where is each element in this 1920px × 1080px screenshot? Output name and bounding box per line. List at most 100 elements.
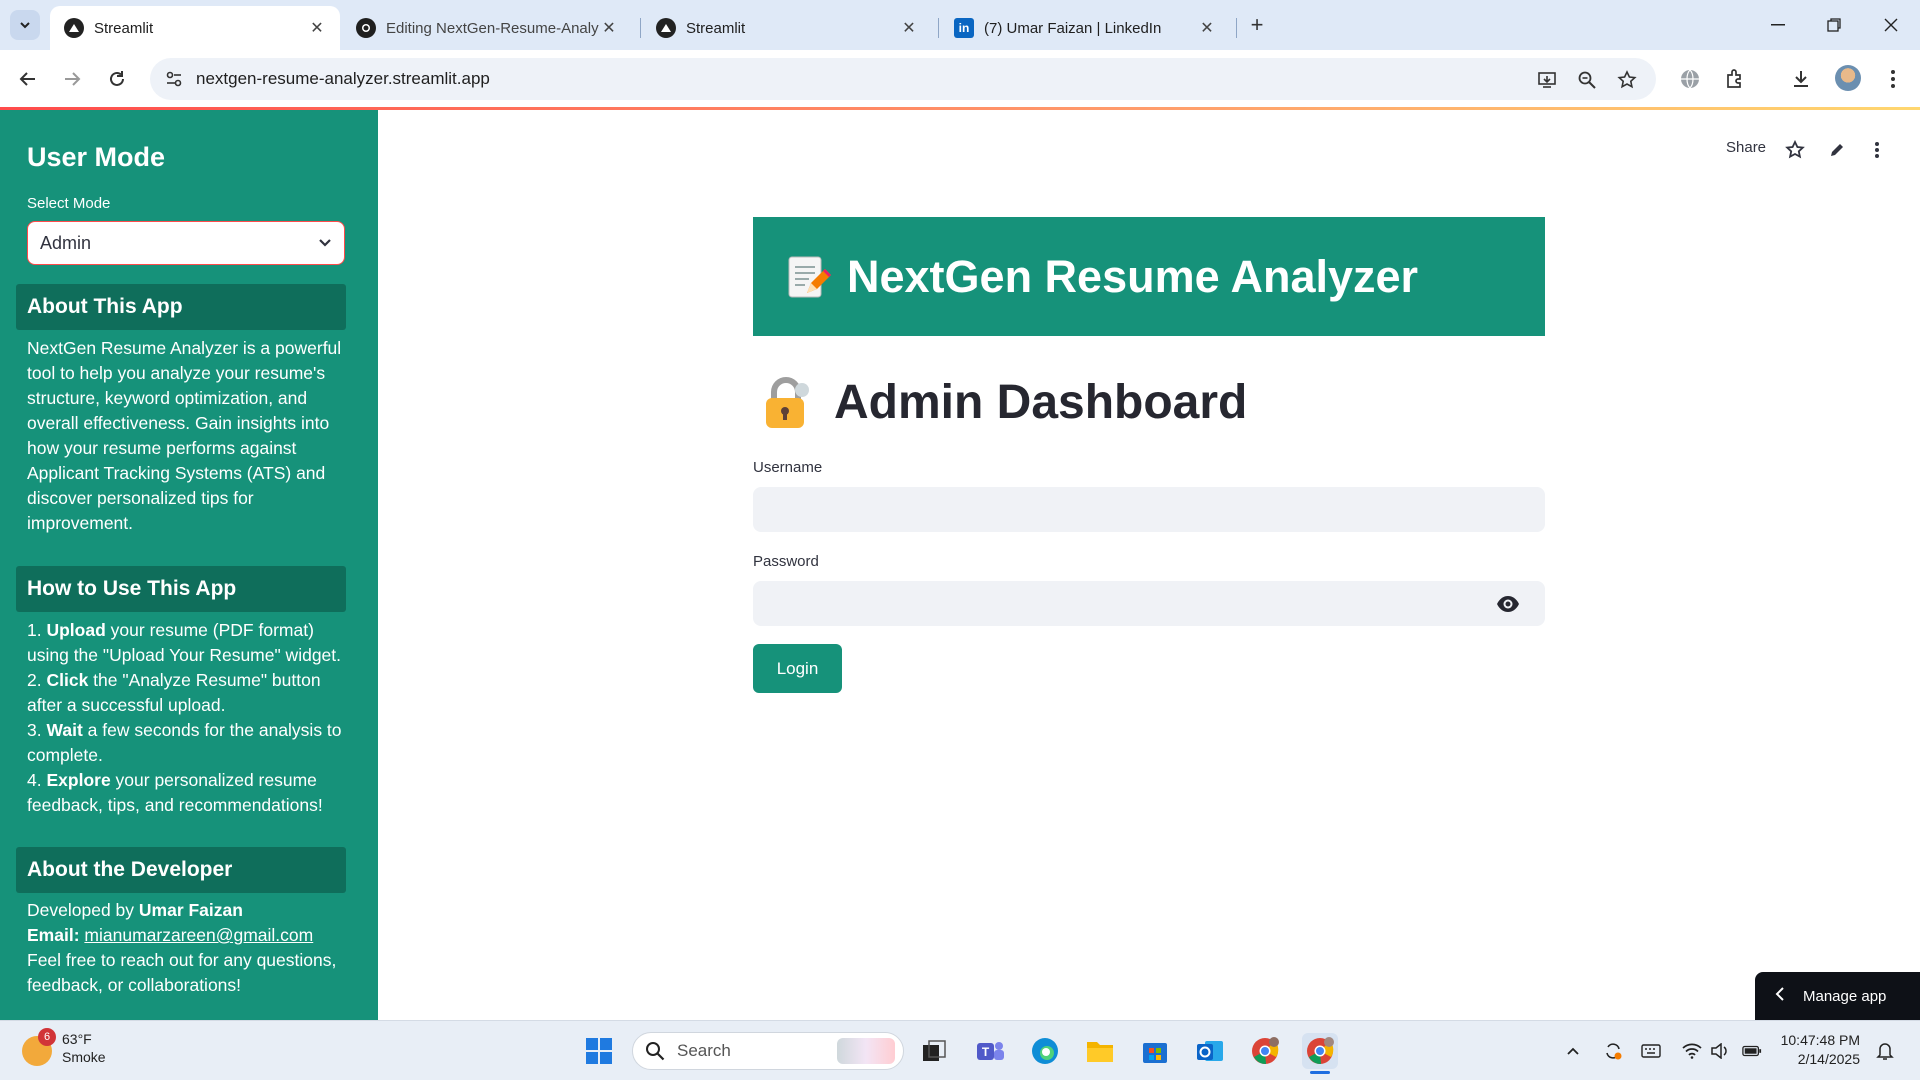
temperature: 63°F — [62, 1031, 92, 1047]
profile-avatar[interactable] — [1835, 65, 1861, 91]
close-window-button[interactable] — [1871, 8, 1911, 42]
streamlit-icon — [64, 18, 84, 38]
translate-icon[interactable] — [1675, 64, 1705, 94]
sync-icon[interactable] — [1603, 1041, 1623, 1061]
new-tab-button[interactable]: + — [1244, 12, 1270, 38]
tab-streamlit[interactable]: Streamlit ✕ — [642, 6, 932, 50]
about-app-heading: About This App — [16, 284, 346, 330]
linkedin-icon: in — [954, 18, 974, 38]
how-to-step: 1. Upload your resume (PDF format) using… — [27, 620, 342, 665]
active-app-indicator — [1310, 1071, 1330, 1074]
app-title: NextGen Resume Analyzer — [847, 250, 1419, 302]
dashboard-heading: Admin Dashboard — [760, 375, 1247, 430]
mode-select[interactable]: Admin — [27, 221, 345, 265]
username-label: Username — [753, 459, 823, 476]
taskbar-search[interactable]: Search — [632, 1032, 904, 1070]
zoom-icon[interactable] — [1576, 69, 1598, 91]
login-button[interactable]: Login — [753, 644, 842, 693]
edge-browser-icon[interactable] — [1027, 1033, 1063, 1069]
developer-name: Umar Faizan — [138, 900, 243, 920]
battery-icon[interactable] — [1742, 1041, 1762, 1061]
tab-search-button[interactable] — [10, 10, 40, 40]
restore-button[interactable] — [1814, 8, 1854, 42]
edit-pencil-icon[interactable] — [1826, 139, 1848, 161]
keyboard-icon[interactable] — [1641, 1041, 1661, 1061]
main-menu-icon[interactable] — [1866, 139, 1888, 161]
search-label: Search — [677, 1041, 731, 1060]
browser-toolbar: nextgen-resume-analyzer.streamlit.app — [0, 50, 1920, 108]
address-bar[interactable]: nextgen-resume-analyzer.streamlit.app — [150, 58, 1656, 100]
reload-button[interactable] — [102, 64, 132, 94]
reload-icon — [110, 71, 124, 86]
weather-condition: Smoke — [62, 1049, 106, 1065]
microsoft-store-icon[interactable] — [1137, 1033, 1173, 1069]
password-label: Password — [753, 553, 819, 570]
github-icon — [356, 18, 376, 38]
developer-heading: About the Developer — [16, 847, 346, 893]
show-password-eye-icon[interactable] — [1496, 594, 1520, 614]
tab-separator — [938, 18, 939, 38]
memo-icon — [788, 256, 831, 297]
volume-icon[interactable] — [1710, 1041, 1730, 1061]
bookmark-star-icon[interactable] — [1616, 69, 1638, 91]
chrome-profile-icon[interactable] — [1247, 1033, 1283, 1069]
developer-email-link[interactable]: mianumarzareen@gmail.com — [84, 925, 313, 945]
system-clock[interactable]: 10:47:48 PM 2/14/2025 — [1778, 1031, 1860, 1069]
notifications-bell-icon[interactable] — [1875, 1041, 1895, 1061]
start-button[interactable] — [581, 1033, 617, 1069]
tab-title: Streamlit — [686, 19, 746, 37]
close-icon — [1884, 18, 1898, 32]
tab-separator — [640, 18, 641, 38]
back-button[interactable] — [13, 64, 43, 94]
weather-widget[interactable]: 6 63°F Smoke — [22, 1028, 106, 1066]
sidebar-title: User Mode — [27, 142, 166, 172]
chrome-active-icon[interactable] — [1302, 1033, 1338, 1069]
site-settings-icon[interactable] — [164, 69, 184, 94]
page-title: Admin Dashboard — [834, 376, 1248, 429]
manage-app-label: Manage app — [1803, 987, 1887, 1005]
tab-linkedin[interactable]: in (7) Umar Faizan | LinkedIn ✕ — [940, 6, 1230, 50]
close-tab-icon[interactable]: ✕ — [900, 18, 918, 38]
search-highlight-icon — [837, 1038, 895, 1064]
url-text[interactable]: nextgen-resume-analyzer.streamlit.app — [196, 69, 490, 89]
lock-icon — [766, 376, 809, 428]
minimize-button[interactable] — [1758, 8, 1798, 42]
chevron-down-icon — [20, 22, 30, 29]
close-tab-icon[interactable]: ✕ — [600, 18, 618, 38]
file-explorer-icon[interactable] — [1082, 1033, 1118, 1069]
password-input[interactable] — [753, 581, 1545, 626]
clock-date: 2/14/2025 — [1797, 1051, 1860, 1067]
tab-github[interactable]: Editing NextGen-Resume-Analy ✕ — [342, 6, 632, 50]
weather-badge: 6 — [38, 1028, 56, 1046]
tab-title: (7) Umar Faizan | LinkedIn — [984, 19, 1162, 37]
chevron-down-icon — [319, 239, 331, 247]
forward-button[interactable] — [57, 64, 87, 94]
show-hidden-icons-chevron-up-icon[interactable] — [1563, 1041, 1583, 1061]
clock-time: 10:47:48 PM — [1780, 1032, 1860, 1048]
app-banner: NextGen Resume Analyzer — [753, 217, 1545, 336]
arrow-left-icon — [19, 72, 35, 86]
close-tab-icon[interactable]: ✕ — [1198, 18, 1216, 38]
tab-streamlit-active[interactable]: Streamlit ✕ — [50, 6, 340, 50]
username-input[interactable] — [753, 487, 1545, 532]
browser-menu-icon[interactable] — [1878, 64, 1908, 94]
task-view-icon[interactable] — [916, 1033, 952, 1069]
taskbar: 6 63°F Smoke Search T 10:47:48 PM 2/14/2… — [0, 1020, 1920, 1080]
install-app-icon[interactable] — [1536, 69, 1558, 91]
favorite-star-icon[interactable] — [1784, 139, 1806, 161]
sidebar: User Mode Select Mode Admin About This A… — [0, 110, 378, 1020]
teams-icon[interactable]: T — [972, 1033, 1008, 1069]
share-button[interactable]: Share — [1726, 139, 1766, 156]
developer-note: Feel free to reach out for any questions… — [27, 950, 337, 995]
how-to-step: 3. Wait a few seconds for the analysis t… — [27, 720, 342, 765]
restore-icon — [1827, 18, 1841, 32]
outlook-icon[interactable] — [1192, 1033, 1228, 1069]
close-tab-icon[interactable]: ✕ — [308, 18, 326, 38]
manage-app-button[interactable]: Manage app — [1755, 972, 1920, 1020]
downloads-icon[interactable] — [1786, 64, 1816, 94]
minimize-icon — [1771, 24, 1785, 26]
extensions-icon[interactable] — [1720, 64, 1750, 94]
wifi-icon[interactable] — [1682, 1041, 1702, 1061]
how-to-step: 4. Explore your personalized resume feed… — [27, 770, 323, 815]
tab-title: Streamlit — [94, 19, 154, 37]
